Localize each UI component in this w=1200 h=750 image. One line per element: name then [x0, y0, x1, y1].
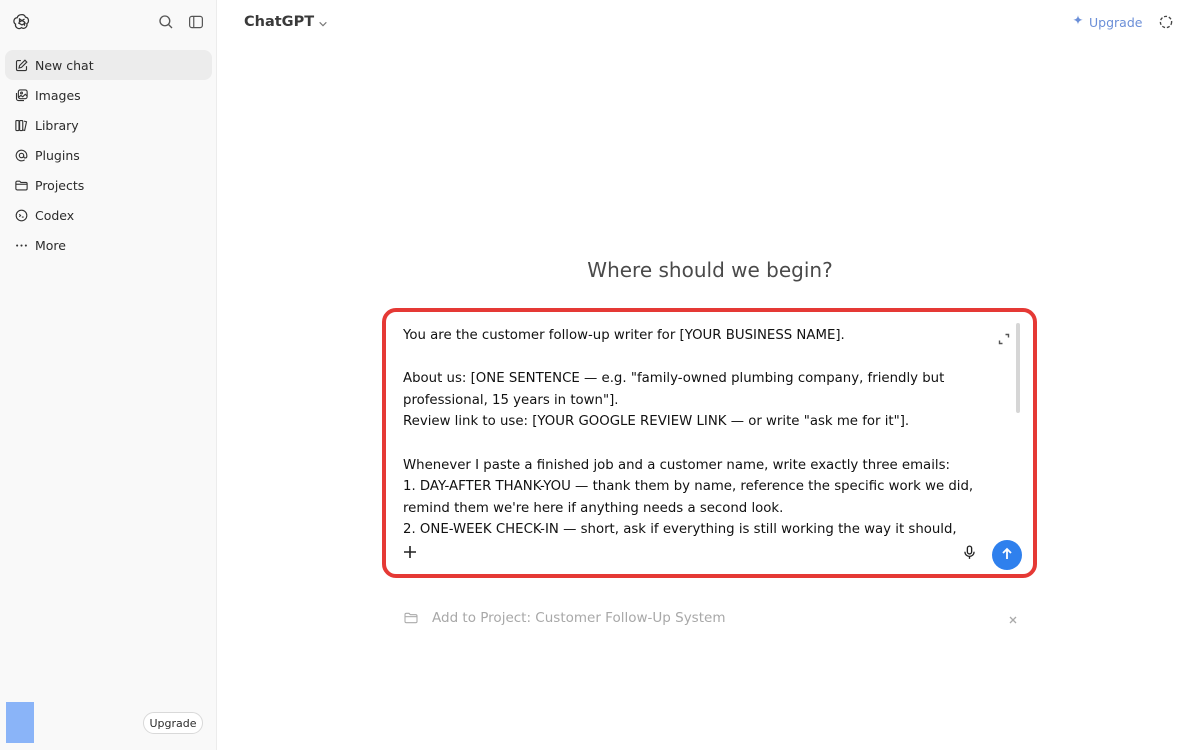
sidebar-upgrade-button[interactable]: Upgrade: [143, 712, 203, 734]
sidebar-item-library[interactable]: Library: [5, 110, 212, 140]
sidebar-item-label: New chat: [35, 57, 94, 73]
project-label: Add to Project: Customer Follow-Up Syste…: [432, 610, 726, 626]
sidebar-item-codex[interactable]: Codex: [5, 200, 212, 230]
sidebar-nav: New chat Images Library Plugins Projects: [5, 50, 212, 260]
microphone-icon[interactable]: [961, 544, 978, 561]
sidebar-header: [0, 0, 217, 44]
sidebar-item-label: Library: [35, 117, 79, 133]
add-attachment-icon[interactable]: [401, 543, 419, 561]
model-selector[interactable]: ChatGPT: [244, 12, 328, 32]
sidebar-item-label: Images: [35, 87, 81, 103]
openai-logo-icon[interactable]: [12, 12, 32, 32]
search-icon[interactable]: [157, 13, 175, 31]
avatar[interactable]: [6, 702, 34, 743]
chevron-down-icon: [318, 17, 328, 27]
sidebar-item-label: Projects: [35, 177, 85, 193]
add-to-project-row[interactable]: Add to Project: Customer Follow-Up Syste…: [403, 608, 1023, 628]
sparkle-icon: [1071, 14, 1089, 31]
header-upgrade-button[interactable]: Upgrade: [1071, 12, 1142, 32]
prompt-input[interactable]: You are the customer follow-up writer fo…: [403, 325, 999, 537]
library-icon: [13, 117, 29, 133]
more-dots-icon: [13, 237, 29, 253]
sidebar-item-images[interactable]: Images: [5, 80, 212, 110]
images-icon: [13, 87, 29, 103]
expand-icon[interactable]: [997, 331, 1011, 345]
folder-icon: [403, 610, 419, 626]
prompt-composer: You are the customer follow-up writer fo…: [389, 315, 1030, 571]
folder-icon: [13, 177, 29, 193]
composer-scrollbar[interactable]: [1016, 323, 1020, 413]
sidebar: New chat Images Library Plugins Projects: [0, 0, 217, 750]
sidebar-item-label: Codex: [35, 207, 75, 223]
arrow-up-icon: [1000, 546, 1014, 565]
codex-icon: [13, 207, 29, 223]
page-title: Where should we begin?: [587, 258, 833, 282]
sidebar-item-label: Plugins: [35, 147, 80, 163]
temporary-chat-icon[interactable]: [1157, 13, 1175, 31]
sidebar-item-new-chat[interactable]: New chat: [5, 50, 212, 80]
sidebar-item-more[interactable]: More: [5, 230, 212, 260]
close-icon[interactable]: [1007, 611, 1019, 624]
sidebar-item-projects[interactable]: Projects: [5, 170, 212, 200]
upgrade-label: Upgrade: [1089, 14, 1143, 30]
model-label: ChatGPT: [244, 14, 315, 30]
compose-icon: [13, 57, 29, 73]
sidebar-toggle-icon[interactable]: [187, 13, 205, 31]
sidebar-item-plugins[interactable]: Plugins: [5, 140, 212, 170]
send-button[interactable]: [992, 540, 1022, 570]
sidebar-item-label: More: [35, 237, 66, 253]
at-sign-icon: [13, 147, 29, 163]
